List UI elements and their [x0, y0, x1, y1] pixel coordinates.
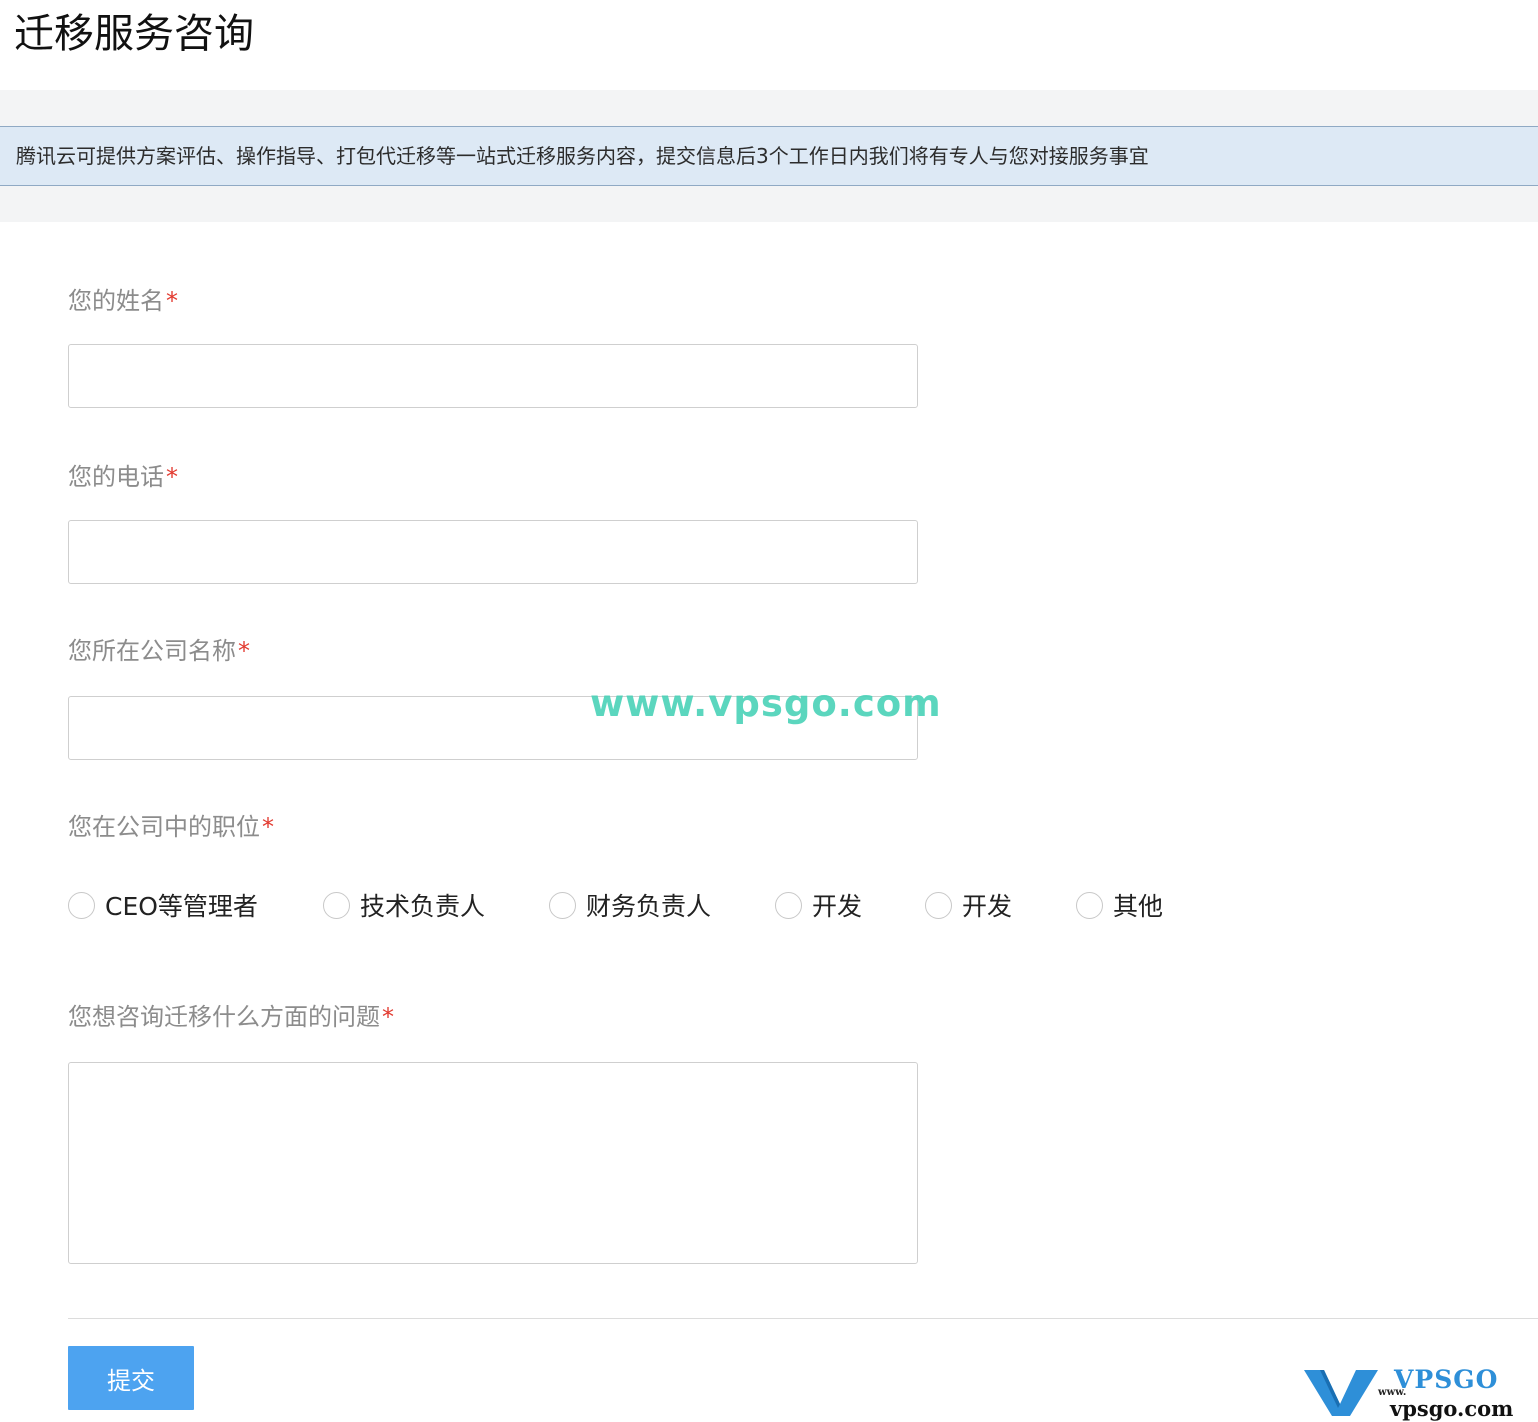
position-label: 您在公司中的职位* [68, 811, 274, 843]
position-label-text: 您在公司中的职位 [68, 813, 260, 841]
name-label-text: 您的姓名 [68, 287, 164, 315]
radio-circle[interactable] [549, 891, 576, 919]
position-option-label: 其他 [1113, 892, 1164, 921]
question-label: 您想咨询迁移什么方面的问题* [68, 1001, 394, 1033]
logo-domain-text: vpsgo.com [1390, 1396, 1514, 1421]
migration-consult-page: 迁移服务咨询 腾讯云可提供方案评估、操作指导、打包代迁移等一站式迁移服务内容，提… [0, 0, 1538, 1422]
phone-label: 您的电话* [68, 461, 178, 493]
phone-label-text: 您的电话 [68, 463, 164, 491]
radio-circle[interactable] [1076, 891, 1103, 919]
position-option-ceo[interactable]: CEO等管理者 [68, 887, 323, 923]
question-textarea[interactable] [68, 1062, 918, 1264]
radio-circle[interactable] [925, 891, 952, 919]
name-input[interactable] [68, 344, 918, 408]
position-option-developer-1[interactable]: 开发 [775, 887, 925, 923]
position-option-finance-lead[interactable]: 财务负责人 [549, 887, 775, 923]
submit-button[interactable]: 提交 [68, 1346, 194, 1410]
position-option-label: 技术负责人 [360, 892, 486, 921]
required-mark: * [262, 813, 274, 841]
position-option-developer-2[interactable]: 开发 [925, 887, 1076, 923]
required-mark: * [166, 287, 178, 315]
position-option-other[interactable]: 其他 [1076, 887, 1163, 923]
radio-circle[interactable] [323, 891, 350, 919]
company-label-text: 您所在公司名称 [68, 637, 236, 665]
notice-banner: 腾讯云可提供方案评估、操作指导、打包代迁移等一站式迁移服务内容，提交信息后3个工… [0, 126, 1538, 186]
radio-circle[interactable] [775, 891, 802, 919]
position-option-label: 开发 [962, 892, 1013, 921]
logo-brand-text: VPSGO [1394, 1365, 1499, 1394]
name-label: 您的姓名* [68, 285, 178, 317]
phone-input[interactable] [68, 520, 918, 584]
company-label: 您所在公司名称* [68, 635, 250, 667]
position-option-label: 开发 [812, 892, 863, 921]
page-title: 迁移服务咨询 [14, 11, 254, 57]
required-mark: * [166, 463, 178, 491]
position-option-label: CEO等管理者 [105, 892, 258, 921]
position-option-label: 财务负责人 [586, 892, 712, 921]
vpsgo-logo: VPSGO www. vpsgo.com [1302, 1365, 1532, 1421]
position-option-tech-lead[interactable]: 技术负责人 [323, 887, 549, 923]
question-label-text: 您想咨询迁移什么方面的问题 [68, 1003, 380, 1031]
position-radio-group: CEO等管理者 技术负责人 财务负责人 开发 开发 其他 [68, 885, 1163, 925]
form-divider [68, 1318, 1538, 1319]
radio-circle[interactable] [68, 891, 95, 919]
logo-v-icon [1304, 1370, 1378, 1416]
required-mark: * [382, 1003, 394, 1031]
watermark-url: www.vpsgo.com [590, 682, 942, 725]
required-mark: * [238, 637, 250, 665]
